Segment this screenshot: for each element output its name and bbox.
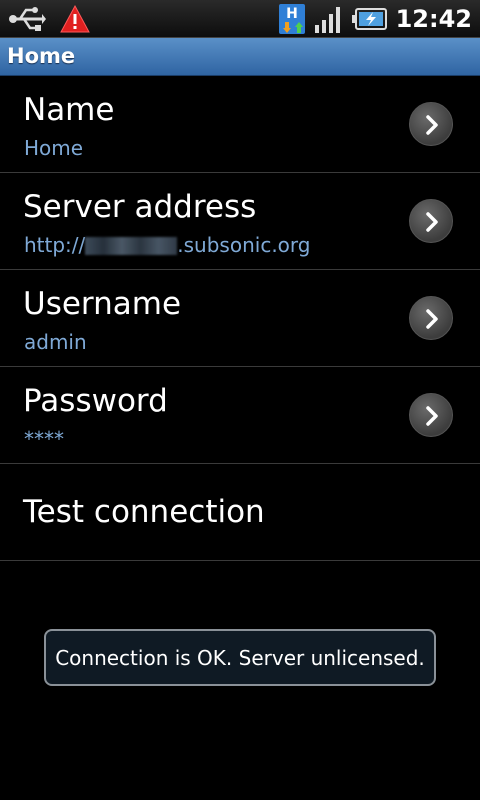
pref-item-password[interactable]: Password ****: [0, 367, 480, 464]
chevron-right-icon[interactable]: [409, 296, 453, 340]
battery-charging-icon: [351, 8, 387, 30]
toast: Connection is OK. Server unlicensed.: [44, 629, 436, 686]
screen: H 12:42 Home Name Home Server address ht…: [0, 0, 480, 800]
notification-icons: [8, 4, 90, 34]
pref-summary: http:// .subsonic.org: [24, 233, 310, 257]
pref-summary: admin: [24, 330, 87, 354]
usb-icon: [9, 7, 46, 31]
system-icons: H 12:42: [278, 0, 472, 38]
pref-summary: ****: [24, 427, 64, 451]
svg-text:H: H: [286, 6, 298, 22]
pref-title: Server address: [23, 189, 257, 225]
pref-summary: Home: [24, 136, 84, 160]
redacted-host: [85, 237, 178, 255]
status-bar: H 12:42: [0, 0, 480, 38]
chevron-right-icon[interactable]: [409, 102, 453, 146]
h-transfer-icon: H: [278, 4, 305, 34]
preference-list: Name Home Server address http:// .subsoni…: [0, 76, 480, 561]
pref-title: Password: [23, 383, 168, 419]
toast-message: Connection is OK. Server unlicensed.: [55, 645, 425, 670]
pref-title: Test connection: [23, 494, 265, 530]
url-suffix: .subsonic.org: [177, 233, 311, 257]
page-title: Home: [7, 44, 76, 68]
title-bar: Home: [0, 38, 480, 76]
pref-item-test-connection[interactable]: Test connection: [0, 464, 480, 561]
clock: 12:42: [395, 5, 472, 33]
pref-title: Username: [23, 286, 182, 322]
signal-icon: [314, 7, 340, 33]
chevron-right-icon[interactable]: [409, 199, 453, 243]
warning-icon: [60, 4, 90, 33]
chevron-right-icon[interactable]: [409, 393, 453, 437]
pref-item-username[interactable]: Username admin: [0, 270, 480, 367]
url-prefix: http://: [24, 233, 86, 257]
pref-item-server-address[interactable]: Server address http:// .subsonic.org: [0, 173, 480, 270]
pref-title: Name: [23, 92, 115, 128]
pref-item-name[interactable]: Name Home: [0, 76, 480, 173]
